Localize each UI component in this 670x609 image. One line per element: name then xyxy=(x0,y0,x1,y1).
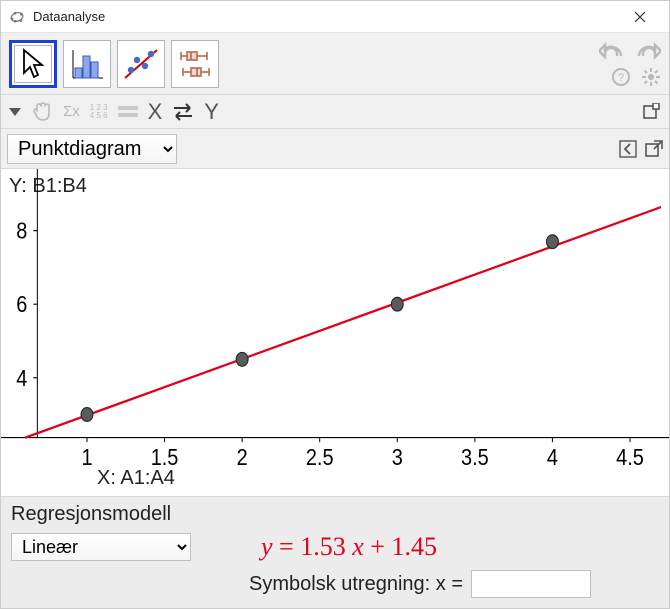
nav-prev-button[interactable] xyxy=(619,140,637,158)
y-column-label: Y xyxy=(204,99,219,125)
settings-button[interactable] xyxy=(641,67,661,87)
symbolic-calc-label: Symbolsk utregning: x = xyxy=(249,573,463,596)
svg-text:6: 6 xyxy=(16,292,27,318)
tool-boxplot-button[interactable] xyxy=(171,40,219,88)
pointer-icon xyxy=(18,47,48,81)
chart-type-select[interactable]: Punktdiagram xyxy=(7,134,177,164)
regression-panel: Regresjonsmodell Lineær y = 1.53 x + 1.4… xyxy=(1,496,669,608)
svg-text:8: 8 xyxy=(16,218,27,244)
regression-formula: y = 1.53 x + 1.45 xyxy=(261,532,437,562)
digits-button[interactable]: 1 2 34 5 6 xyxy=(90,104,108,120)
help-button[interactable]: ? xyxy=(611,67,631,87)
boxplot-icon xyxy=(177,46,213,82)
scatter-icon xyxy=(123,46,159,82)
svg-text:4: 4 xyxy=(16,365,27,391)
pan-hand-button[interactable] xyxy=(31,101,53,123)
regression-heading: Regresjonsmodell xyxy=(11,503,659,526)
swap-xy-button[interactable] xyxy=(172,103,194,121)
geogebra-icon xyxy=(9,9,25,25)
sigma-button[interactable]: Σx xyxy=(63,103,80,120)
rows-button[interactable] xyxy=(118,105,138,119)
external-window-button[interactable] xyxy=(645,140,663,158)
svg-text:3: 3 xyxy=(392,445,403,471)
svg-text:1: 1 xyxy=(81,445,92,471)
svg-text:4.5: 4.5 xyxy=(616,445,644,471)
tool-scatter-button[interactable] xyxy=(117,40,165,88)
plot-x-axis-label: X: A1:A4 xyxy=(97,467,175,490)
symbolic-x-input[interactable] xyxy=(471,570,591,598)
popout-button[interactable] xyxy=(643,103,661,121)
undo-button[interactable] xyxy=(599,41,625,61)
scatter-plot[interactable]: Y: B1:B4 46811.522.533.544.5 X: A1:A4 xyxy=(1,169,669,496)
redo-button[interactable] xyxy=(635,41,661,61)
svg-text:3.5: 3.5 xyxy=(461,445,489,471)
regression-type-select[interactable]: Lineær xyxy=(11,533,191,561)
window-close-button[interactable] xyxy=(619,1,661,32)
svg-text:2: 2 xyxy=(237,445,248,471)
window-title: Dataanalyse xyxy=(33,9,619,24)
svg-text:4: 4 xyxy=(547,445,558,471)
svg-text:2.5: 2.5 xyxy=(306,445,334,471)
tool-pointer-button[interactable] xyxy=(9,40,57,88)
dropdown-triangle-icon[interactable] xyxy=(9,108,21,116)
svg-text:?: ? xyxy=(618,72,624,84)
x-column-label: X xyxy=(148,99,163,125)
barchart-icon xyxy=(69,46,105,82)
tool-barchart-button[interactable] xyxy=(63,40,111,88)
